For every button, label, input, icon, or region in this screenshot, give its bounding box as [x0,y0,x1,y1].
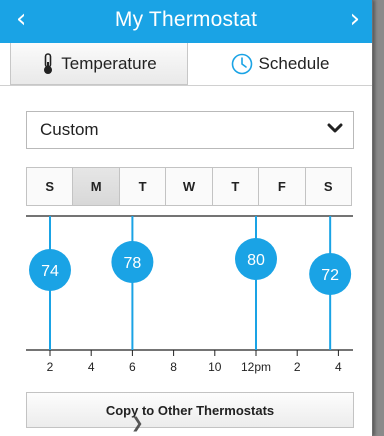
day-button[interactable]: M [72,168,119,205]
setpoint-temp: 72 [321,267,339,284]
setpoint-marker[interactable]: 74 [29,216,71,350]
schedule-preset-select[interactable]: Custom [26,111,354,149]
day-button[interactable]: T [211,168,259,205]
day-button[interactable]: W [165,168,212,205]
tab-temperature[interactable]: Temperature [10,43,188,85]
day-button[interactable]: T [118,168,166,205]
setpoint-marker[interactable]: 80 [235,216,277,350]
setpoint-temp: 74 [41,263,59,280]
day-selector: SMTWTFS [26,167,352,206]
tab-bar: Temperature Schedule [0,43,372,86]
day-button[interactable]: S [304,168,351,205]
chevron-down-icon [327,121,343,139]
tab-label: Temperature [61,53,157,73]
tab-label: Schedule [258,54,330,73]
app-frame: ‹ My Thermostat › Temperature Schedule C… [0,0,373,436]
page-title: My Thermostat [114,8,258,31]
setpoint-marker[interactable]: 72 [309,216,352,350]
timeline-tick-label: 6 [129,360,136,374]
timeline-tick-label: 12pm [241,360,271,374]
chevron-right-icon[interactable]: › [350,4,360,34]
day-button[interactable]: S [27,168,73,205]
thermometer-icon [41,52,55,75]
setpoint-temp: 78 [124,255,142,272]
cursor-arrow-icon: ❯ [131,414,144,432]
setpoint-temp: 80 [247,252,265,269]
header: ‹ My Thermostat › [0,0,372,43]
schedule-timeline[interactable]: 74 78 80 72 2 4 6 8 10 12pm 2 4 [0,208,372,378]
setpoint-marker[interactable]: 78 [111,216,154,350]
timeline-tick-label: 2 [294,360,301,374]
select-value: Custom [40,120,99,139]
timeline-tick-label: 4 [335,360,342,374]
day-button[interactable]: F [258,168,305,205]
copy-to-other-thermostats-button[interactable]: Copy to Other Thermostats [26,392,354,428]
tab-schedule[interactable]: Schedule [190,43,370,85]
clock-icon [231,53,253,75]
timeline-tick-label: 8 [170,360,177,374]
timeline-tick-label: 4 [88,360,95,374]
timeline-tick-label: 10 [208,360,222,374]
timeline-tick-label: 2 [47,360,54,374]
